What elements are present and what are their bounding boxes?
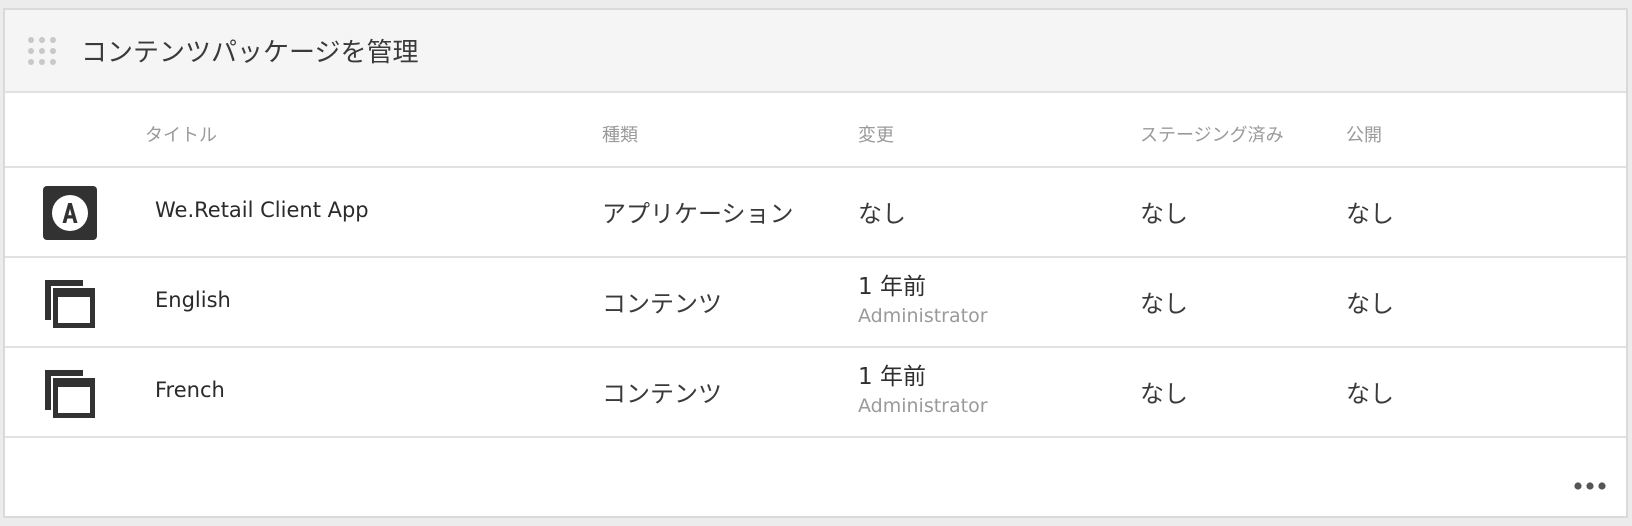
column-headers: タイトル 種類 変更 ステージング済み 公開 xyxy=(5,93,1626,168)
row-type: コンテンツ xyxy=(602,380,722,408)
more-icon[interactable] xyxy=(1572,478,1608,494)
drag-handle-icon[interactable] xyxy=(27,36,57,66)
row-title[interactable]: French xyxy=(155,378,225,402)
modified-time: 1 年前 xyxy=(858,364,926,390)
row-published: なし xyxy=(1346,290,1394,318)
content-pages-icon xyxy=(45,280,95,328)
row-modified: なし xyxy=(858,200,906,228)
card-footer xyxy=(5,444,1626,516)
modified-time: 1 年前 xyxy=(858,274,926,300)
card-title: コンテンツパッケージを管理 xyxy=(81,38,419,68)
table-row[interactable]: French コンテンツ 1 年前 Administrator なし なし xyxy=(5,348,1626,438)
modified-by: Administrator xyxy=(858,395,988,417)
column-header-published[interactable]: 公開 xyxy=(1346,121,1382,147)
modified-by: Administrator xyxy=(858,305,988,327)
row-published: なし xyxy=(1346,380,1394,408)
column-header-title[interactable]: タイトル xyxy=(145,121,217,147)
row-type: コンテンツ xyxy=(602,290,722,318)
row-title[interactable]: English xyxy=(155,288,231,312)
column-header-staged[interactable]: ステージング済み xyxy=(1140,121,1284,147)
column-header-modified[interactable]: 変更 xyxy=(858,121,894,147)
row-staged: なし xyxy=(1140,200,1188,228)
card-header: コンテンツパッケージを管理 xyxy=(5,10,1626,93)
app-icon xyxy=(43,186,97,240)
row-modified: 1 年前 Administrator xyxy=(858,272,988,330)
content-packages-card: コンテンツパッケージを管理 タイトル 種類 変更 ステージング済み 公開 We.… xyxy=(3,8,1628,518)
row-type: アプリケーション xyxy=(602,200,794,228)
content-pages-icon xyxy=(45,370,95,418)
table-row[interactable]: English コンテンツ 1 年前 Administrator なし なし xyxy=(5,258,1626,348)
row-published: なし xyxy=(1346,200,1394,228)
row-title[interactable]: We.Retail Client App xyxy=(155,198,369,222)
row-staged: なし xyxy=(1140,290,1188,318)
row-modified: 1 年前 Administrator xyxy=(858,362,988,420)
table-row[interactable]: We.Retail Client App アプリケーション なし なし なし xyxy=(5,168,1626,258)
row-staged: なし xyxy=(1140,380,1188,408)
column-header-type[interactable]: 種類 xyxy=(602,121,638,147)
